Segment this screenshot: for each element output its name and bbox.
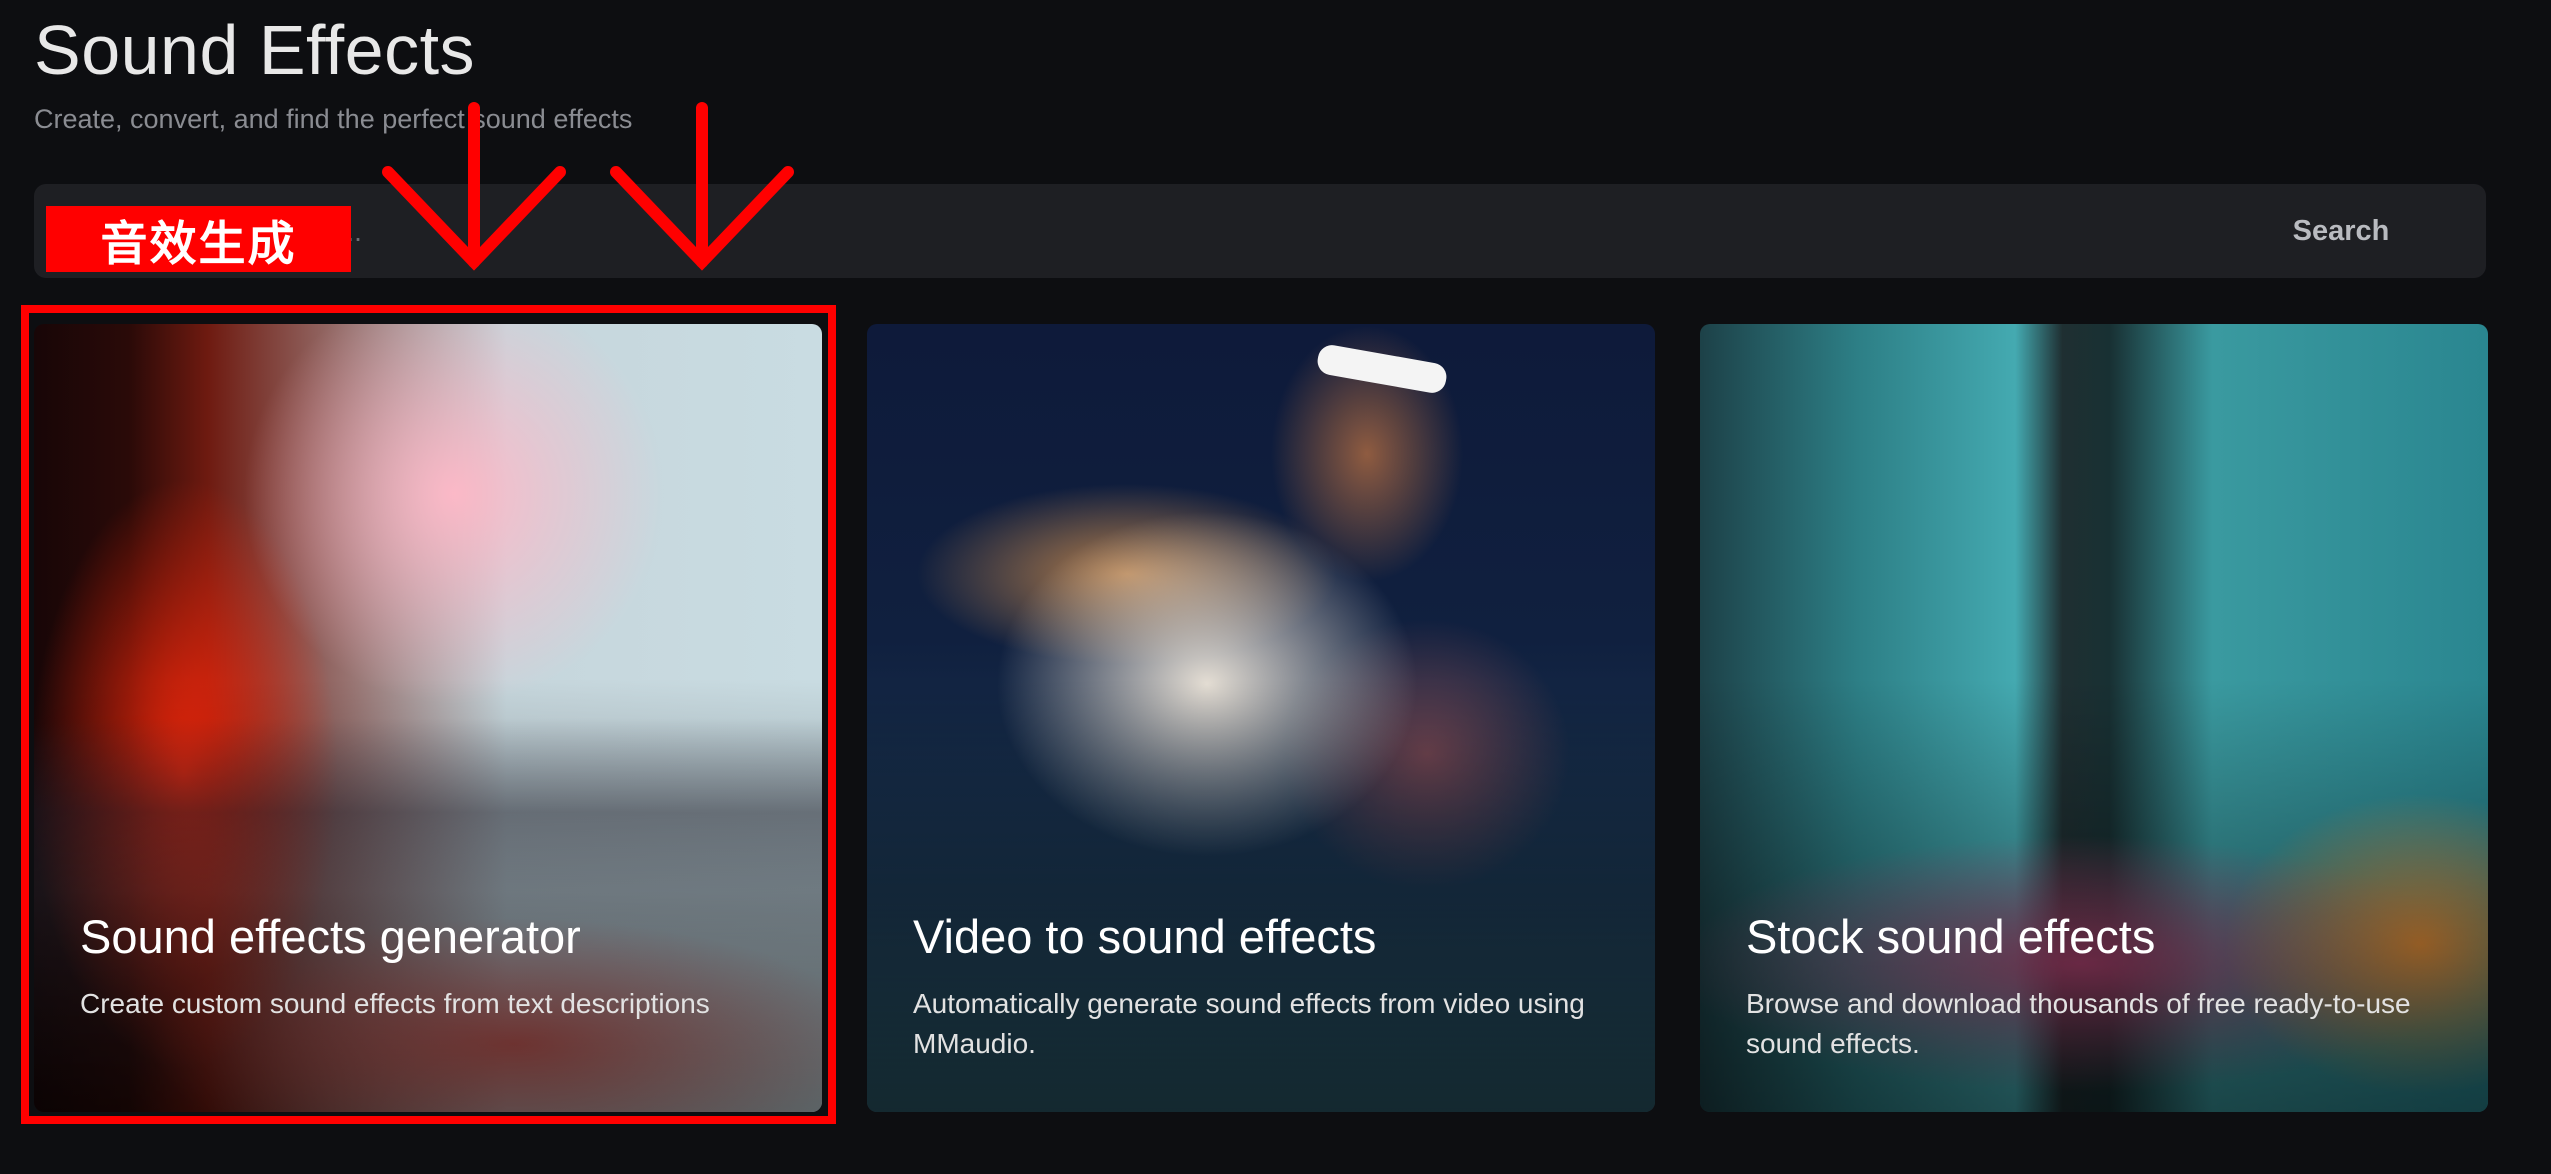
card-title: Stock sound effects <box>1746 910 2156 963</box>
search-bar: Search <box>34 184 2486 280</box>
card-sound-effects-generator[interactable]: Sound effects generator Create custom so… <box>34 324 822 1112</box>
search-input[interactable] <box>74 184 2178 280</box>
search-button[interactable]: Search <box>2256 204 2426 258</box>
card-title: Video to sound effects <box>913 910 1377 963</box>
page-title: Sound Effects <box>34 11 476 89</box>
card-stock-sound-effects[interactable]: Stock sound effects Browse and download … <box>1700 324 2488 1112</box>
card-description: Browse and download thousands of free re… <box>1746 988 2411 1059</box>
card-description: Automatically generate sound effects fro… <box>913 988 1585 1059</box>
sound-effects-page: Sound Effects Create, convert, and find … <box>0 0 2551 1174</box>
card-video-to-sound-effects[interactable]: Video to sound effects Automatically gen… <box>867 324 1655 1112</box>
card-description: Create custom sound effects from text de… <box>80 988 710 1019</box>
page-subtitle: Create, convert, and find the perfect so… <box>34 104 633 134</box>
annotation-label: 音效生成 <box>46 206 351 272</box>
card-title: Sound effects generator <box>80 910 581 963</box>
